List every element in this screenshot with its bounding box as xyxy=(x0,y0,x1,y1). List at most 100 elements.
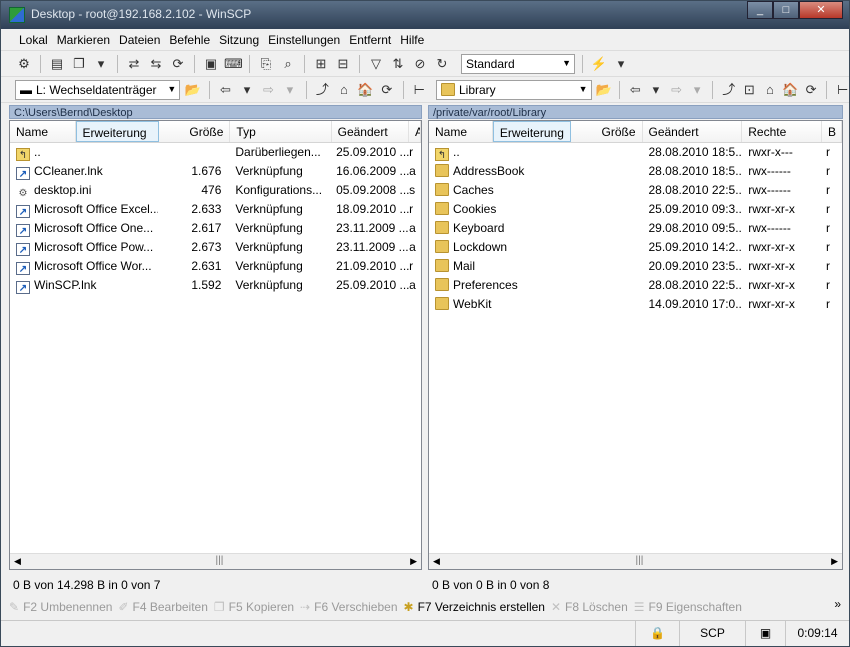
chevron-down-icon[interactable]: ▾ xyxy=(612,55,630,73)
chevron-down-icon[interactable]: ▾ xyxy=(92,55,110,73)
f9-properties-button[interactable]: ☰ F9 Eigenschaften xyxy=(634,597,742,617)
table-row[interactable]: Preferences 28.08.2010 22:5... rwxr-xr-x r xyxy=(429,276,842,295)
col-size[interactable]: Größe xyxy=(159,121,231,142)
new-folder-icon[interactable]: ⊡ xyxy=(741,81,758,99)
home-icon[interactable]: 🏠 xyxy=(357,81,374,99)
col-rights[interactable]: Rechte xyxy=(742,121,823,142)
remote-hscroll[interactable]: ◀ ||| ▶ xyxy=(429,553,842,569)
parent-dir-icon[interactable]: ⤴ xyxy=(720,81,737,99)
tree-icon[interactable]: ⊢ xyxy=(834,81,850,99)
table-row[interactable]: ↰.. Darüberliegen... 25.09.2010 ... r xyxy=(10,143,421,162)
menu-sitzung[interactable]: Sitzung xyxy=(215,33,263,47)
table-row[interactable]: ↗ Microsoft Office One... 2.617 Verknüpfung… xyxy=(10,219,421,238)
right-dir-select[interactable]: Library ▼ xyxy=(436,79,592,100)
scroll-left-icon[interactable]: ◀ xyxy=(433,556,440,567)
forward-icon[interactable]: ⇨ xyxy=(668,81,685,99)
root-dir-icon[interactable]: ⌂ xyxy=(762,81,779,99)
menu-lokal[interactable]: Lokal xyxy=(15,33,52,47)
open-folder-icon[interactable]: 📂 xyxy=(184,81,201,99)
chevron-down-icon[interactable]: ▾ xyxy=(281,81,298,99)
filter-icon[interactable]: ▽ xyxy=(367,55,385,73)
copy-icon[interactable]: ❐ xyxy=(70,55,88,73)
scroll-grip-icon[interactable]: ||| xyxy=(636,555,644,566)
col-size[interactable]: Größe xyxy=(571,121,643,142)
table-row[interactable]: Keyboard 29.08.2010 09:5... rwx------ r xyxy=(429,219,842,238)
menu-entfernt[interactable]: Entfernt xyxy=(345,33,395,47)
tree-icon[interactable]: ⊢ xyxy=(411,81,428,99)
table-row[interactable]: ↗ Microsoft Office Wor... 2.631 Verknüpfung… xyxy=(10,257,421,276)
queue-icon[interactable]: ▣ xyxy=(745,621,785,646)
scroll-grip-icon[interactable]: ||| xyxy=(216,555,224,566)
chevron-down-icon[interactable]: ▾ xyxy=(689,81,706,99)
maximize-button[interactable]: □ xyxy=(773,1,799,19)
close-button[interactable]: ✕ xyxy=(799,1,843,19)
remove-icon[interactable]: ⊟ xyxy=(334,55,352,73)
compare-icon[interactable]: ⇄ xyxy=(125,55,143,73)
session-icon[interactable]: ⚡ xyxy=(590,55,608,73)
col-name[interactable]: Name xyxy=(10,121,76,142)
col-type[interactable]: Typ xyxy=(230,121,332,142)
f7-create-dir-button[interactable]: ✱ F7 Verzeichnis erstellen xyxy=(404,597,545,617)
local-path[interactable]: C:\Users\Bernd\Desktop xyxy=(9,105,422,119)
table-row[interactable]: ⚙ desktop.ini 476 Konfigurations... 05.09.20… xyxy=(10,181,421,200)
view-icon[interactable]: ▤ xyxy=(48,55,66,73)
reload-icon[interactable]: ↻ xyxy=(433,55,451,73)
f2-rename-button[interactable]: ✎ F2 Umbenennen xyxy=(9,597,112,617)
back-icon[interactable]: ⇦ xyxy=(627,81,644,99)
menu-einstellungen[interactable]: Einstellungen xyxy=(264,33,344,47)
minimize-button[interactable]: _ xyxy=(747,1,773,19)
table-row[interactable]: Caches 28.08.2010 22:5... rwx------ r xyxy=(429,181,842,200)
table-row[interactable]: Mail 20.09.2010 23:5... rwxr-xr-x r xyxy=(429,257,842,276)
table-row[interactable]: Lockdown 25.09.2010 14:2... rwxr-xr-x r xyxy=(429,238,842,257)
refresh-icon[interactable]: ⟳ xyxy=(169,55,187,73)
chevron-down-icon[interactable]: ▾ xyxy=(238,81,255,99)
col-extension[interactable]: Erweiterung xyxy=(75,121,159,142)
open-folder-icon[interactable]: 📂 xyxy=(596,81,613,99)
refresh-icon[interactable]: ⟳ xyxy=(803,81,820,99)
queue-icon[interactable]: ⎘ xyxy=(257,55,275,73)
refresh-icon[interactable]: ⟳ xyxy=(378,81,395,99)
col-name[interactable]: Name xyxy=(429,121,493,142)
f5-copy-button[interactable]: ❐ F5 Kopieren xyxy=(214,597,294,617)
left-drive-select[interactable]: ▬ L: Wechseldatenträger ▼ xyxy=(15,79,181,100)
col-attr[interactable]: A xyxy=(409,121,421,142)
title-bar[interactable]: Desktop - root@192.168.2.102 - WinSCP _ … xyxy=(1,1,849,29)
col-changed[interactable]: Geändert xyxy=(643,121,743,142)
parent-dir-icon[interactable]: ⤴ xyxy=(314,81,331,99)
home-icon[interactable]: 🏠 xyxy=(782,81,799,99)
local-file-list[interactable]: Name Erweiterung Größe Typ Geändert A ↰.… xyxy=(9,120,422,570)
transfer-icon[interactable]: ⇅ xyxy=(389,55,407,73)
root-dir-icon[interactable]: ⌂ xyxy=(335,81,352,99)
scroll-left-icon[interactable]: ◀ xyxy=(14,556,21,567)
cancel-icon[interactable]: ⊘ xyxy=(411,55,429,73)
table-row[interactable]: ↰.. 28.08.2010 18:5... rwxr-x--- r xyxy=(429,143,842,162)
console-icon[interactable]: ▣ xyxy=(202,55,220,73)
scroll-right-icon[interactable]: ▶ xyxy=(831,556,838,567)
menu-hilfe[interactable]: Hilfe xyxy=(396,33,428,47)
menu-dateien[interactable]: Dateien xyxy=(115,33,164,47)
table-row[interactable]: AddressBook 28.08.2010 18:5... rwx------ r xyxy=(429,162,842,181)
col-extension[interactable]: Erweiterung xyxy=(492,121,571,142)
forward-icon[interactable]: ⇨ xyxy=(260,81,277,99)
putty-icon[interactable]: ⌨ xyxy=(224,55,243,73)
table-row[interactable]: ↗ Microsoft Office Pow... 2.673 Verknüpfung… xyxy=(10,238,421,257)
add-icon[interactable]: ⊞ xyxy=(312,55,330,73)
f6-move-button[interactable]: ⇢ F6 Verschieben xyxy=(300,597,397,617)
f8-delete-button[interactable]: ✕ F8 Löschen xyxy=(551,597,628,617)
menu-markieren[interactable]: Markieren xyxy=(53,33,114,47)
table-row[interactable]: ↗ Microsoft Office Excel... 2.633 Verknüpfu… xyxy=(10,200,421,219)
more-icon[interactable]: » xyxy=(834,597,841,611)
f4-edit-button[interactable]: ✐ F4 Bearbeiten xyxy=(118,597,207,617)
find-icon[interactable]: ⌕ xyxy=(279,55,297,73)
sync-dirs-icon[interactable]: ⇆ xyxy=(147,55,165,73)
scroll-right-icon[interactable]: ▶ xyxy=(410,556,417,567)
col-changed[interactable]: Geändert xyxy=(332,121,410,142)
gear-icon[interactable]: ⚙ xyxy=(15,55,33,73)
transfer-preset-select[interactable]: Standard ▼ xyxy=(461,53,575,74)
back-icon[interactable]: ⇦ xyxy=(217,81,234,99)
remote-file-list[interactable]: Name Erweiterung Größe Geändert Rechte B… xyxy=(428,120,843,570)
chevron-down-icon[interactable]: ▾ xyxy=(648,81,665,99)
table-row[interactable]: ↗ WinSCP.lnk 1.592 Verknüpfung 25.09.2010 ..… xyxy=(10,276,421,295)
table-row[interactable]: ↗ CCleaner.lnk 1.676 Verknüpfung 16.06.2009 … xyxy=(10,162,421,181)
menu-befehle[interactable]: Befehle xyxy=(165,33,214,47)
